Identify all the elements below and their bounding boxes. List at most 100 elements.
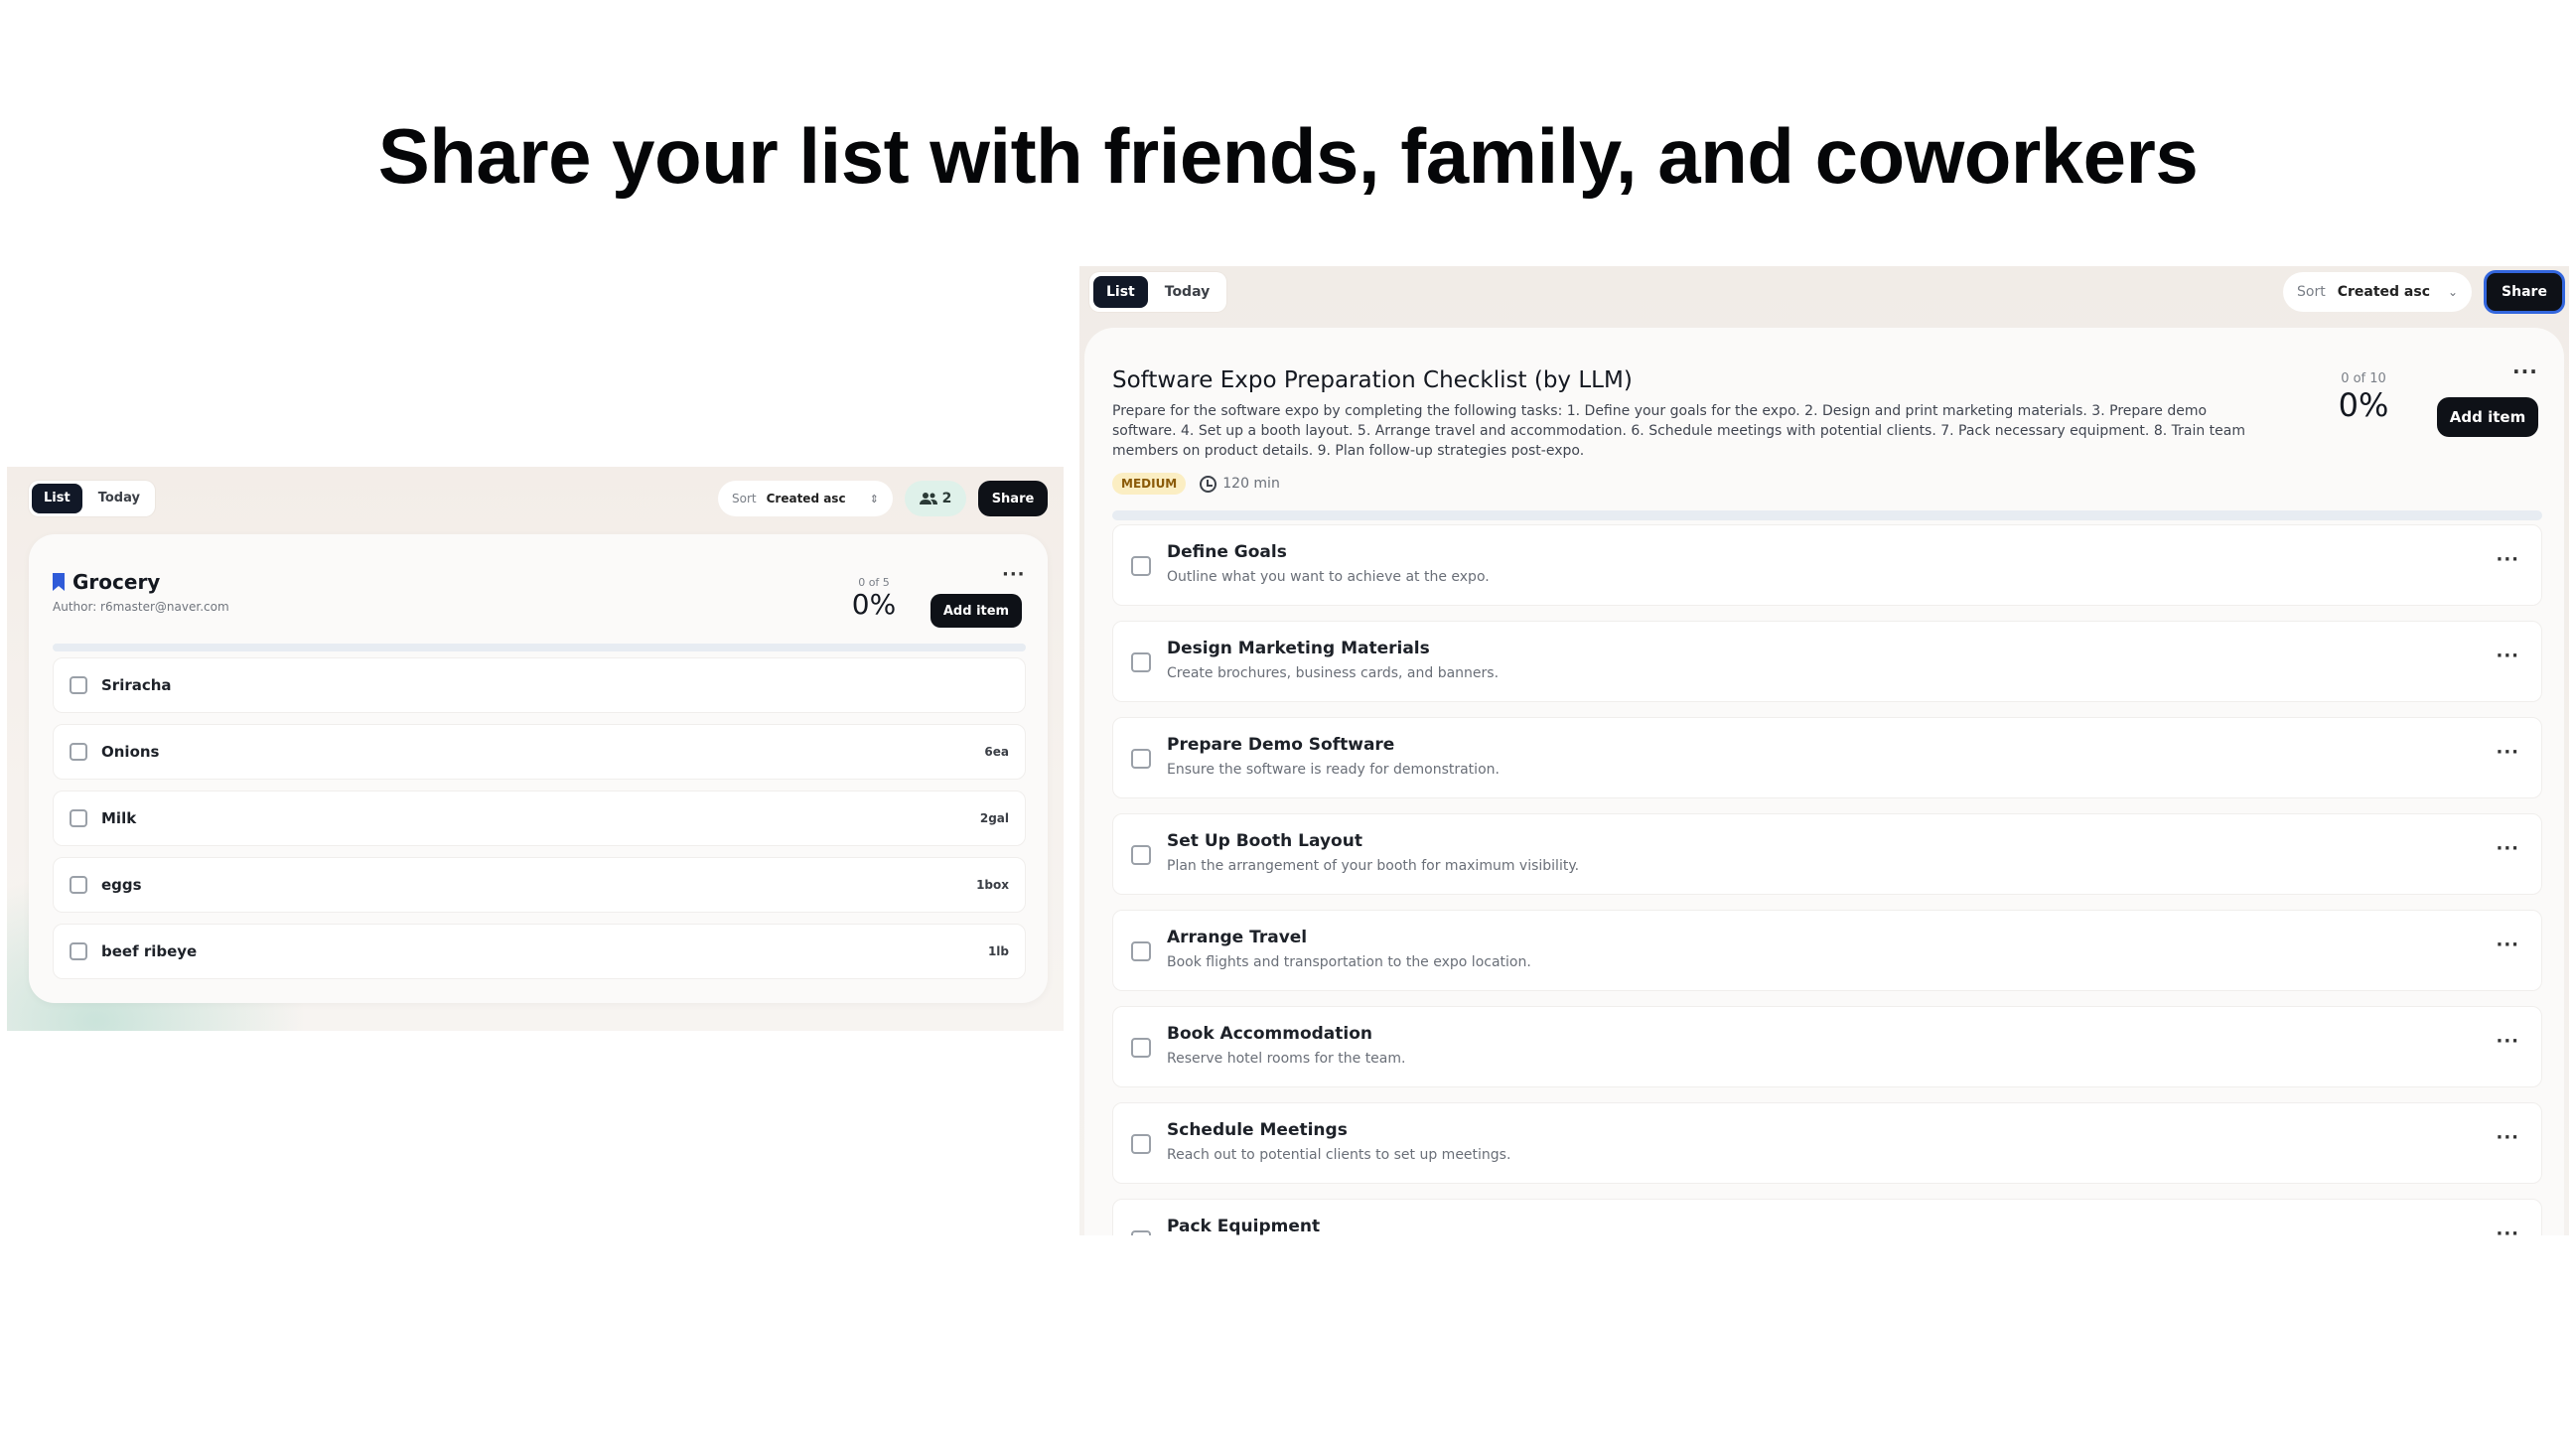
list-item: Schedule Meetings Reach out to potential…	[1112, 1102, 2542, 1184]
progress-summary: 0 of 5 0%	[849, 576, 899, 621]
view-toggle: List Today	[1089, 272, 1227, 312]
item-checkbox[interactable]	[1131, 845, 1151, 865]
item-note: Book flights and transportation to the e…	[1167, 954, 1531, 970]
item-more-icon[interactable]: ···	[2496, 646, 2519, 666]
item-more-icon[interactable]: ···	[2496, 549, 2519, 570]
list-author: Author: r6master@naver.com	[53, 600, 229, 614]
list-title: Software Expo Preparation Checklist (by …	[1112, 367, 1633, 393]
item-more-icon[interactable]: ···	[2496, 1031, 2519, 1052]
list-title: Grocery	[72, 570, 161, 594]
item-note: Create brochures, business cards, and ba…	[1167, 665, 1500, 681]
item-note: Reserve hotel rooms for the team.	[1167, 1051, 1406, 1067]
list-card: Grocery Author: r6master@naver.com 0 of …	[29, 534, 1048, 1003]
item-name: Pack Equipment	[1167, 1217, 1321, 1235]
item-name: Define Goals	[1167, 542, 1287, 562]
item-more-icon[interactable]: ···	[2496, 935, 2519, 955]
item-checkbox[interactable]	[70, 942, 87, 960]
item-checkbox[interactable]	[70, 809, 87, 827]
item-name: Arrange Travel	[1167, 928, 1308, 947]
toolbar: List Today Sort Created asc ⇕ 2 Share	[29, 481, 1048, 518]
list-item: Pack Equipment ···	[1112, 1199, 2542, 1235]
progress-bar	[1112, 510, 2542, 520]
item-checkbox[interactable]	[70, 743, 87, 761]
item-name: Set Up Booth Layout	[1167, 831, 1362, 851]
item-name: Sriracha	[101, 676, 172, 694]
members-count: 2	[941, 491, 952, 506]
users-icon	[919, 493, 937, 504]
item-name: Milk	[101, 809, 137, 827]
item-name: Book Accommodation	[1167, 1024, 1373, 1044]
item-checkbox[interactable]	[70, 876, 87, 894]
sort-select[interactable]: Sort Created asc ⇕	[718, 481, 893, 516]
page-headline: Share your list with friends, family, an…	[377, 112, 2199, 200]
duration: 120 min	[1200, 475, 1280, 493]
tab-today[interactable]: Today	[86, 484, 152, 513]
item-name: Schedule Meetings	[1167, 1120, 1348, 1140]
add-item-button[interactable]: Add item	[930, 594, 1022, 628]
tab-today[interactable]: Today	[1152, 276, 1222, 308]
item-note: Reach out to potential clients to set up…	[1167, 1147, 1511, 1163]
progress-count: 0 of 10	[2341, 371, 2386, 386]
chevron-updown-icon: ⇕	[869, 492, 879, 505]
more-options-icon[interactable]: ···	[1002, 564, 1026, 585]
add-item-button[interactable]: Add item	[2437, 397, 2538, 437]
item-quantity: 6ea	[984, 745, 1009, 759]
list-item: Set Up Booth Layout Plan the arrangement…	[1112, 813, 2542, 895]
item-more-icon[interactable]: ···	[2496, 1224, 2519, 1235]
item-more-icon[interactable]: ···	[2496, 1127, 2519, 1148]
item-name: eggs	[101, 876, 142, 894]
clock-icon	[1200, 475, 1217, 493]
list-item: Sriracha	[53, 657, 1026, 713]
share-button[interactable]: Share	[978, 481, 1048, 516]
sort-value: Created asc	[766, 492, 846, 505]
view-toggle: List Today	[29, 481, 155, 516]
list-header: Grocery	[53, 570, 160, 594]
sort-label: Sort	[732, 492, 757, 505]
list-item: Define Goals Outline what you want to ac…	[1112, 524, 2542, 606]
sort-label: Sort	[2297, 284, 2326, 300]
item-checkbox[interactable]	[1131, 556, 1151, 576]
item-name: Prepare Demo Software	[1167, 735, 1395, 755]
sort-select[interactable]: Sort Created asc ⌄	[2283, 272, 2472, 312]
item-checkbox[interactable]	[1131, 652, 1151, 672]
list-item: Arrange Travel Book flights and transpor…	[1112, 910, 2542, 991]
members-button[interactable]: 2	[905, 481, 966, 516]
list-item: Milk 2gal	[53, 791, 1026, 846]
item-checkbox[interactable]	[1131, 1038, 1151, 1058]
progress-percent: 0%	[851, 588, 897, 621]
progress-bar	[53, 644, 1026, 651]
item-list: Define Goals Outline what you want to ac…	[1112, 524, 2542, 1235]
item-quantity: 2gal	[979, 811, 1009, 825]
item-note: Plan the arrangement of your booth for m…	[1167, 858, 1580, 874]
item-note: Ensure the software is ready for demonst…	[1167, 762, 1500, 778]
sort-value: Created asc	[2337, 284, 2430, 300]
item-more-icon[interactable]: ···	[2496, 742, 2519, 763]
list-card: Software Expo Preparation Checklist (by …	[1084, 328, 2564, 1235]
item-name: beef ribeye	[101, 942, 198, 960]
list-item: Prepare Demo Software Ensure the softwar…	[1112, 717, 2542, 798]
list-item: Onions 6ea	[53, 724, 1026, 780]
chevron-down-icon: ⌄	[2447, 285, 2458, 299]
item-name: Design Marketing Materials	[1167, 639, 1430, 658]
item-more-icon[interactable]: ···	[2496, 838, 2519, 859]
progress-summary: 0 of 10 0%	[2334, 371, 2393, 424]
tab-list[interactable]: List	[1093, 276, 1148, 308]
priority-badge: MEDIUM	[1112, 473, 1187, 495]
item-list: Sriracha Onions 6ea Milk 2gal eggs 1box …	[53, 657, 1026, 990]
list-description: Prepare for the software expo by complet…	[1112, 403, 2245, 459]
tab-list[interactable]: List	[32, 484, 82, 513]
item-checkbox[interactable]	[1131, 1230, 1151, 1235]
expo-checklist-screenshot: List Today Sort Created asc ⌄ Share Soft…	[1079, 266, 2569, 1235]
grocery-screenshot: List Today Sort Created asc ⇕ 2 Share Gr…	[7, 467, 1064, 1031]
item-checkbox[interactable]	[1131, 749, 1151, 769]
progress-percent: 0%	[2338, 386, 2389, 424]
share-button[interactable]: Share	[2484, 270, 2565, 314]
item-name: Onions	[101, 743, 160, 761]
item-checkbox[interactable]	[1131, 941, 1151, 961]
item-checkbox[interactable]	[70, 676, 87, 694]
list-item: Book Accommodation Reserve hotel rooms f…	[1112, 1006, 2542, 1087]
item-checkbox[interactable]	[1131, 1134, 1151, 1154]
list-item: Design Marketing Materials Create brochu…	[1112, 621, 2542, 702]
more-options-icon[interactable]: ···	[2512, 360, 2538, 383]
item-quantity: 1box	[976, 878, 1009, 892]
